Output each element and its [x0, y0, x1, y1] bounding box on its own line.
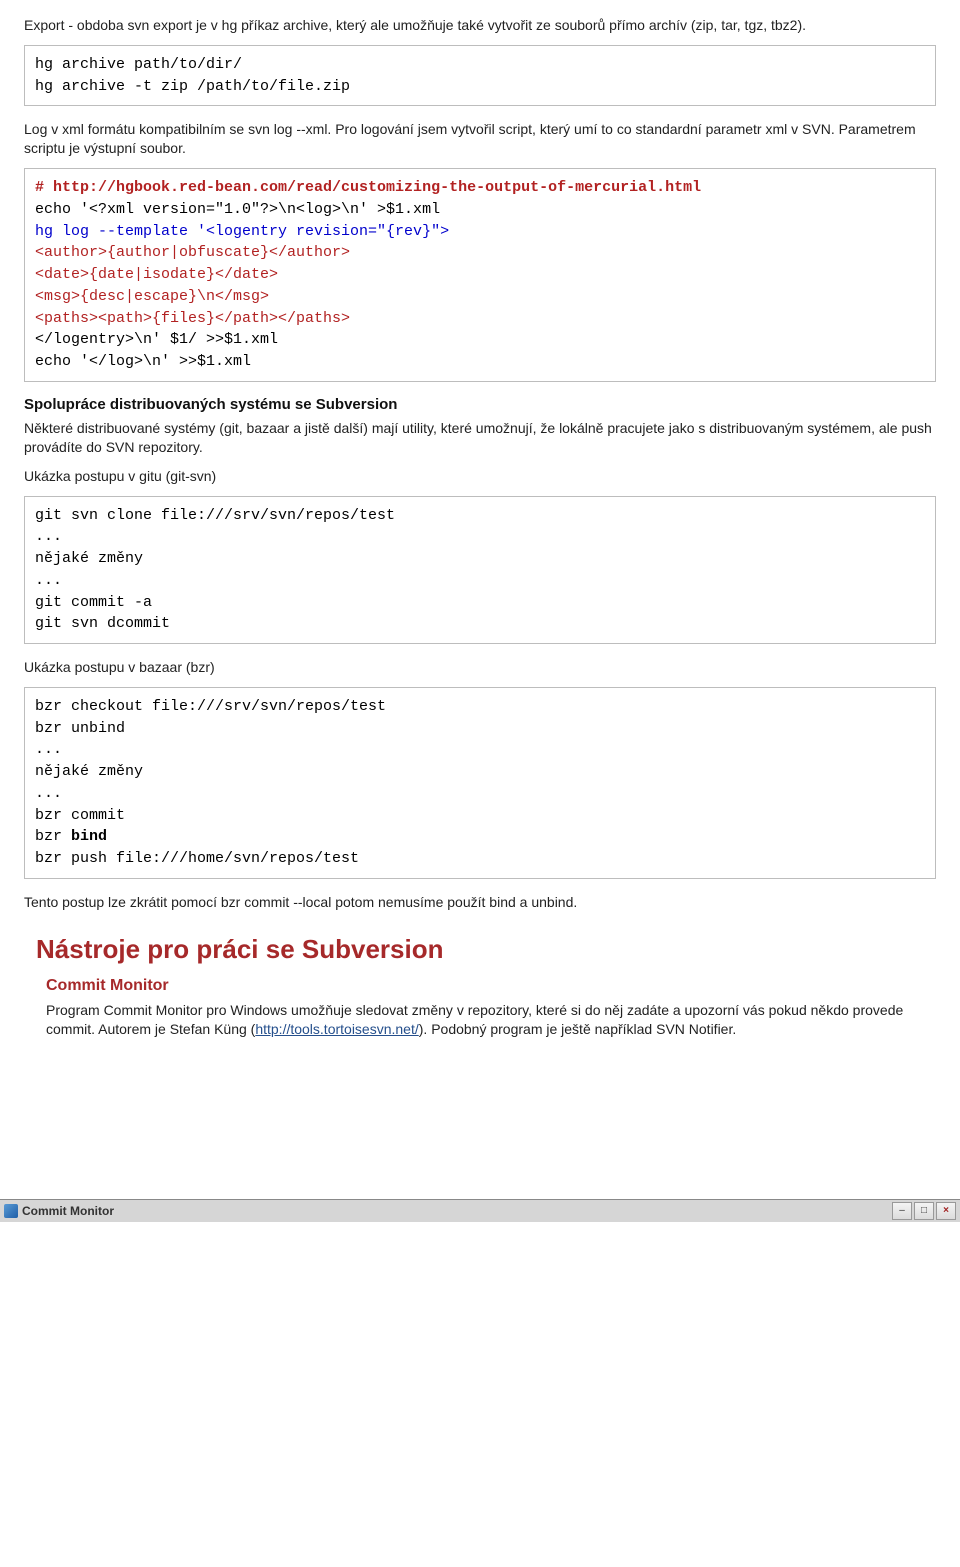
code-line: # http://hgbook.red-bean.com/read/custom…: [35, 177, 925, 199]
heading-nastroje: Nástroje pro práci se Subversion: [36, 934, 936, 965]
code-line: bzr push file:///home/svn/repos/test: [35, 848, 925, 870]
code-line: ...: [35, 570, 925, 592]
code-block-bzr: bzr checkout file:///srv/svn/repos/testb…: [24, 687, 936, 879]
paragraph-tento-postup: Tento postup lze zkrátit pomocí bzr comm…: [24, 893, 936, 912]
minimize-button[interactable]: –: [892, 1202, 912, 1220]
code-block-git-svn: git svn clone file:///srv/svn/repos/test…: [24, 496, 936, 645]
code-line: ...: [35, 739, 925, 761]
code-line: hg log --template '<logentry revision="{…: [35, 221, 925, 243]
code-block-archive: hg archive path/to/dir/hg archive -t zip…: [24, 45, 936, 107]
heading-spoluprace: Spolupráce distribuovaných systému se Su…: [24, 396, 936, 413]
close-button[interactable]: ×: [936, 1202, 956, 1220]
text-cm-part2: ). Podobný program je ještě například SV…: [419, 1021, 737, 1037]
paragraph-log-xml: Log v xml formátu kompatibilním se svn l…: [24, 120, 936, 158]
paragraph-export-intro: Export - obdoba svn export je v hg příka…: [24, 16, 936, 35]
maximize-button[interactable]: □: [914, 1202, 934, 1220]
code-line: nějaké změny: [35, 548, 925, 570]
code-line: bzr checkout file:///srv/svn/repos/test: [35, 696, 925, 718]
paragraph-ukazka-git: Ukázka postupu v gitu (git-svn): [24, 467, 936, 486]
paragraph-commit-monitor: Program Commit Monitor pro Windows umožň…: [46, 1001, 936, 1039]
code-line: <paths><path>{files}</path></paths>: [35, 308, 925, 330]
document-page: Export - obdoba svn export je v hg příka…: [0, 0, 960, 1059]
code-line: bzr bind: [35, 826, 925, 848]
code-line: hg archive -t zip /path/to/file.zip: [35, 76, 925, 98]
code-line: ...: [35, 783, 925, 805]
paragraph-ukazka-bzr: Ukázka postupu v bazaar (bzr): [24, 658, 936, 677]
code-line: ...: [35, 526, 925, 548]
window-titlebar: Commit Monitor – □ ×: [0, 1199, 960, 1222]
titlebar-left: Commit Monitor: [4, 1204, 114, 1218]
code-line: echo '</log>\n' >>$1.xml: [35, 351, 925, 373]
code-line: <author>{author|obfuscate}</author>: [35, 242, 925, 264]
subheading-commit-monitor: Commit Monitor: [46, 977, 936, 995]
code-line: echo '<?xml version="1.0"?>\n<log>\n' >$…: [35, 199, 925, 221]
code-line: git svn clone file:///srv/svn/repos/test: [35, 505, 925, 527]
app-icon: [4, 1204, 18, 1218]
code-line: nějaké změny: [35, 761, 925, 783]
code-line: git svn dcommit: [35, 613, 925, 635]
code-line: <msg>{desc|escape}\n</msg>: [35, 286, 925, 308]
code-line: hg archive path/to/dir/: [35, 54, 925, 76]
code-line: bzr commit: [35, 805, 925, 827]
code-keyword-bind: bind: [71, 828, 107, 845]
code-line: </logentry>\n' $1/ >>$1.xml: [35, 329, 925, 351]
code-line: <date>{date|isodate}</date>: [35, 264, 925, 286]
code-line: bzr unbind: [35, 718, 925, 740]
code-line: git commit -a: [35, 592, 925, 614]
link-tortoisesvn[interactable]: http://tools.tortoisesvn.net/: [255, 1021, 418, 1037]
paragraph-spoluprace: Některé distribuované systémy (git, baza…: [24, 419, 936, 457]
subsection-commit-monitor: Commit Monitor Program Commit Monitor pr…: [24, 977, 936, 1039]
code-block-log-template: # http://hgbook.red-bean.com/read/custom…: [24, 168, 936, 382]
window-title: Commit Monitor: [22, 1204, 114, 1218]
titlebar-controls: – □ ×: [892, 1202, 956, 1220]
